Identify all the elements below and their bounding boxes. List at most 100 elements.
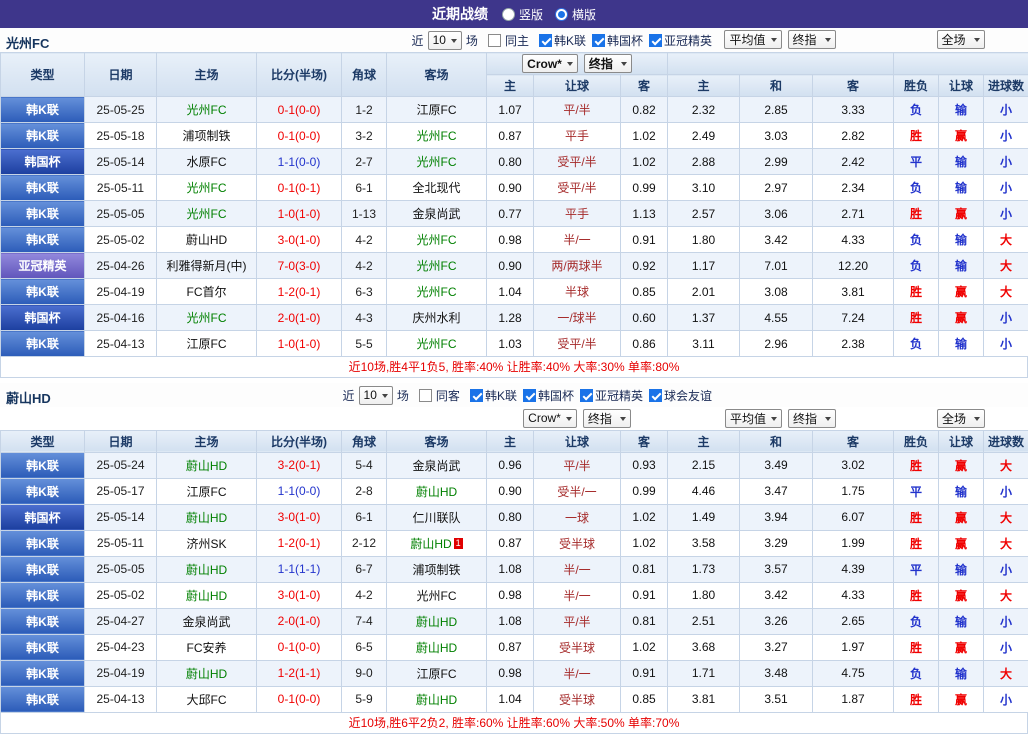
col-header-score: 比分(半场) xyxy=(257,430,342,452)
handicap-home-odds-cell: 1.08 xyxy=(487,556,534,582)
same-venue-checkbox[interactable] xyxy=(488,34,501,47)
date-cell: 25-05-05 xyxy=(85,201,157,227)
home-team-name[interactable]: 金泉尚武 xyxy=(182,615,230,629)
competition-filter-checkbox[interactable] xyxy=(470,389,483,402)
score-cell: 0-1(0-0) xyxy=(257,97,342,123)
home-team-name[interactable]: 利雅得新月(中) xyxy=(167,259,247,273)
home-team-name[interactable]: 光州FC xyxy=(187,181,227,195)
competition-filter-checkbox[interactable] xyxy=(592,34,605,47)
average-odds-select-group: 平均值 终指 xyxy=(667,30,893,49)
home-team-name[interactable]: 光州FC xyxy=(187,207,227,221)
home-team-name[interactable]: 蔚山HD xyxy=(186,563,227,577)
final-index-select[interactable]: 终指 xyxy=(788,409,836,428)
handicap-home-odds-cell: 0.90 xyxy=(487,253,534,279)
corner-cell: 4-2 xyxy=(342,227,387,253)
away-team-name[interactable]: 蔚山HD xyxy=(416,485,457,499)
competition-filter-group: 韩K联韩国杯亚冠精英球会友谊 xyxy=(464,387,712,404)
home-team-name[interactable]: 光州FC xyxy=(187,103,227,117)
avg-away-odds-cell: 12.20 xyxy=(813,253,894,279)
handicap-result-cell: 输 xyxy=(939,227,984,253)
handicap-home-odds-cell: 0.87 xyxy=(487,530,534,556)
view-option[interactable]: 竖版 xyxy=(502,6,543,23)
col-header-result: 胜负 xyxy=(894,75,939,97)
home-team-name[interactable]: 蔚山HD xyxy=(186,667,227,681)
competition-filter-checkbox[interactable] xyxy=(539,34,552,47)
away-team-name[interactable]: 光州FC xyxy=(417,233,457,247)
radio-icon[interactable] xyxy=(555,8,568,21)
away-team-name[interactable]: 光州FC xyxy=(417,589,457,603)
away-team-name[interactable]: 江原FC xyxy=(417,103,457,117)
away-team-name[interactable]: 蔚山HD xyxy=(410,537,451,551)
home-team-name[interactable]: 蔚山HD xyxy=(186,459,227,473)
final-index-select[interactable]: 终指 xyxy=(788,30,836,49)
away-team-name[interactable]: 全北现代 xyxy=(412,181,460,195)
col-header-away: 客场 xyxy=(387,53,487,97)
radio-icon[interactable] xyxy=(502,8,515,21)
match-count-select[interactable]: 10 xyxy=(359,386,393,405)
home-team-name[interactable]: 江原FC xyxy=(187,485,227,499)
home-team-name[interactable]: 蔚山HD xyxy=(186,589,227,603)
competition-filter-checkbox[interactable] xyxy=(580,389,593,402)
away-team-name[interactable]: 光州FC xyxy=(417,259,457,273)
home-team-name[interactable]: 光州FC xyxy=(187,311,227,325)
competition-filter-label: 球会友谊 xyxy=(664,387,712,404)
home-team-name[interactable]: 大邱FC xyxy=(187,693,227,707)
select-value: 全场 xyxy=(942,31,966,48)
competition-filter-checkbox[interactable] xyxy=(649,34,662,47)
match-count-select[interactable]: 10 xyxy=(428,31,462,50)
home-team-cell: 水原FC xyxy=(157,149,257,175)
handicap-away-odds-cell: 0.60 xyxy=(621,305,668,331)
avg-draw-odds-cell: 4.55 xyxy=(740,305,813,331)
away-team-name[interactable]: 庆州水利 xyxy=(412,311,460,325)
away-team-name[interactable]: 仁川联队 xyxy=(412,511,460,525)
match-row: 韩K联25-05-18浦项制铁0-1(0-0)3-2光州FC0.87平手1.02… xyxy=(1,123,1028,149)
date-cell: 25-04-16 xyxy=(85,305,157,331)
away-team-name[interactable]: 金泉尚武 xyxy=(412,207,460,221)
date-cell: 25-05-17 xyxy=(85,478,157,504)
bookmaker-select[interactable]: Crow* xyxy=(523,409,577,428)
away-team-name[interactable]: 江原FC xyxy=(417,667,457,681)
home-team-name[interactable]: 江原FC xyxy=(187,337,227,351)
match-scope-select[interactable]: 全场 xyxy=(937,30,985,49)
bookmaker-select[interactable]: Crow* xyxy=(522,54,578,73)
view-option[interactable]: 横版 xyxy=(555,6,596,23)
away-team-cell: 蔚山HD xyxy=(387,478,487,504)
home-team-name[interactable]: 蔚山HD xyxy=(186,511,227,525)
date-cell: 25-05-02 xyxy=(85,582,157,608)
away-team-name[interactable]: 金泉尚武 xyxy=(412,459,460,473)
away-team-name[interactable]: 光州FC xyxy=(417,155,457,169)
away-team-name[interactable]: 浦项制铁 xyxy=(412,563,460,577)
away-team-name[interactable]: 光州FC xyxy=(417,129,457,143)
home-team-name[interactable]: 济州SK xyxy=(186,537,226,551)
home-team-name[interactable]: FC首尔 xyxy=(187,285,227,299)
corner-cell: 1-2 xyxy=(342,97,387,123)
competition-cell: 韩K联 xyxy=(1,530,85,556)
home-team-name[interactable]: 蔚山HD xyxy=(186,233,227,247)
final-index-select[interactable]: 终指 xyxy=(583,409,631,428)
home-team-name[interactable]: 浦项制铁 xyxy=(182,129,230,143)
home-team-name[interactable]: FC安养 xyxy=(187,641,227,655)
chevron-down-icon xyxy=(771,38,777,45)
competition-filter-checkbox[interactable] xyxy=(523,389,536,402)
score-cell: 1-0(1-0) xyxy=(257,201,342,227)
avg-away-odds-cell: 3.81 xyxy=(813,279,894,305)
handicap-away-odds-cell: 0.99 xyxy=(621,175,668,201)
handicap-away-odds-cell: 1.13 xyxy=(621,201,668,227)
competition-filter-checkbox[interactable] xyxy=(649,389,662,402)
away-team-name[interactable]: 蔚山HD xyxy=(416,615,457,629)
same-venue-checkbox[interactable] xyxy=(419,389,432,402)
match-row: 韩国杯25-04-16光州FC2-0(1-0)4-3庆州水利1.28一/球半0.… xyxy=(1,305,1028,331)
home-team-cell: 金泉尚武 xyxy=(157,608,257,634)
result-cell: 负 xyxy=(894,227,939,253)
away-team-name[interactable]: 蔚山HD xyxy=(416,641,457,655)
match-scope-select[interactable]: 全场 xyxy=(937,409,985,428)
average-odds-select[interactable]: 平均值 xyxy=(724,30,781,49)
away-team-name[interactable]: 蔚山HD xyxy=(416,693,457,707)
home-team-cell: 蔚山HD xyxy=(157,660,257,686)
away-team-name[interactable]: 光州FC xyxy=(417,337,457,351)
average-odds-select[interactable]: 平均值 xyxy=(725,409,782,428)
away-team-name[interactable]: 光州FC xyxy=(417,285,457,299)
avg-away-odds-cell: 3.02 xyxy=(813,452,894,478)
home-team-name[interactable]: 水原FC xyxy=(187,155,227,169)
final-index-select[interactable]: 终指 xyxy=(584,54,632,73)
